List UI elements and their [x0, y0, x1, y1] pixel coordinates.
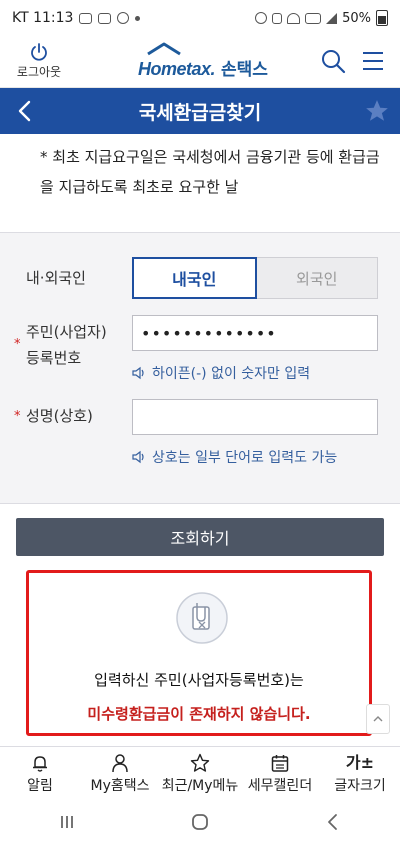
recent-apps-icon[interactable]: [57, 812, 77, 832]
back-icon[interactable]: [323, 812, 343, 832]
name-hint-text: 상호는 일부 단어로 입력도 가능: [152, 450, 338, 466]
nav-alarm-label: 알림: [27, 777, 53, 794]
domestic-option[interactable]: 내국인: [132, 257, 257, 299]
logout-button[interactable]: 로그아웃: [10, 42, 68, 80]
nav-my-hometax-label: My홈택스: [90, 777, 150, 794]
volte-icon: [305, 12, 322, 24]
attachment-icon: [176, 592, 228, 644]
alarm-icon: [255, 12, 268, 24]
required-mark: *: [14, 337, 21, 352]
menu-icon[interactable]: [360, 48, 386, 74]
scroll-top-button[interactable]: [366, 704, 390, 734]
logo-roof-icon: [147, 42, 181, 56]
nationality-label: 내·외국인: [26, 269, 86, 287]
signal-icon: [326, 12, 338, 24]
bottom-nav: 알림 My홈택스 최근/My메뉴 세무캘린더 가± 글자크기: [0, 746, 400, 800]
title-bar: 국세환급금찾기: [0, 88, 400, 134]
status-right: 50%: [255, 10, 388, 26]
search-form: 내·외국인 내국인 외국인 * 주민(사업자) 등록번호 •••••••••••…: [0, 232, 400, 504]
chevron-up-icon: [373, 716, 383, 722]
font-size-icon: 가±: [345, 752, 375, 772]
home-icon[interactable]: [190, 812, 210, 832]
id-hint: 하이픈(-) 없이 숫자만 입력: [132, 363, 310, 383]
nav-recent-menu[interactable]: 최근/My메뉴: [160, 747, 240, 800]
favorite-star-icon[interactable]: [364, 98, 390, 124]
gallery-notification-icon: [98, 12, 112, 24]
wifi-icon: [287, 12, 301, 24]
emoji-notification-icon: [117, 12, 130, 24]
speaker-icon: [132, 450, 144, 464]
logo-text: Hometax.: [138, 59, 216, 79]
speaker-icon: [132, 366, 144, 380]
logo-text-ko: 손택스: [221, 60, 268, 80]
nav-alarm[interactable]: 알림: [0, 747, 80, 800]
battery-percent: 50%: [342, 10, 371, 26]
search-icon[interactable]: [320, 48, 346, 74]
id-number-input[interactable]: •••••••••••••: [132, 315, 378, 351]
id-label-line1: 주민(사업자): [26, 323, 107, 341]
app-header: 로그아웃 Hometax. 손택스: [0, 36, 400, 88]
result-message-line2: 미수령환급금이 존재하지 않습니다.: [87, 705, 311, 723]
notice-text: * 최초 지급요구일은 국세청에서 금융기관 등에 환급금을 지급하도록 최초로…: [40, 148, 380, 196]
nationality-toggle: 내국인 외국인: [132, 257, 378, 299]
hometax-logo[interactable]: Hometax. 손택스: [138, 42, 268, 80]
nav-tax-calendar-label: 세무캘린더: [247, 777, 313, 794]
name-hint: 상호는 일부 단어로 입력도 가능: [132, 447, 337, 467]
id-label: 주민(사업자) 등록번호: [26, 319, 107, 371]
nav-font-size-label: 글자크기: [334, 777, 386, 794]
back-arrow-icon[interactable]: [14, 98, 36, 124]
calendar-icon: [271, 754, 289, 772]
star-icon: [190, 753, 210, 772]
required-mark: *: [14, 409, 21, 424]
result-message-line1: 입력하신 주민(사업자등록번호)는: [94, 671, 304, 689]
battery-icon: [376, 10, 388, 26]
bell-icon: [33, 755, 47, 772]
logout-label: 로그아웃: [16, 65, 62, 79]
nav-recent-menu-label: 최근/My메뉴: [161, 777, 239, 794]
page-title: 국세환급금찾기: [138, 101, 262, 124]
id-hint-text: 하이픈(-) 없이 숫자만 입력: [152, 366, 311, 382]
status-left: KT 11:13: [12, 10, 141, 26]
message-notification-icon: [79, 12, 93, 24]
mute-icon: [272, 12, 283, 24]
result-message-box: 입력하신 주민(사업자등록번호)는 미수령환급금이 존재하지 않습니다.: [26, 570, 372, 736]
name-label: 성명(상호): [26, 407, 93, 425]
foreign-option[interactable]: 외국인: [256, 257, 378, 299]
status-bar: KT 11:13 50%: [0, 0, 400, 36]
person-icon: [112, 753, 128, 772]
more-notifications-icon: [135, 15, 141, 21]
carrier-time: KT 11:13: [12, 10, 74, 26]
nav-tax-calendar[interactable]: 세무캘린더: [240, 747, 320, 800]
power-icon: [31, 43, 47, 61]
nav-font-size[interactable]: 가± 글자크기: [320, 747, 400, 800]
name-input[interactable]: [132, 399, 378, 435]
nav-my-hometax[interactable]: My홈택스: [80, 747, 160, 800]
system-nav-bar: [0, 800, 400, 844]
search-button[interactable]: 조회하기: [16, 518, 384, 556]
id-label-line2: 등록번호: [26, 349, 82, 367]
